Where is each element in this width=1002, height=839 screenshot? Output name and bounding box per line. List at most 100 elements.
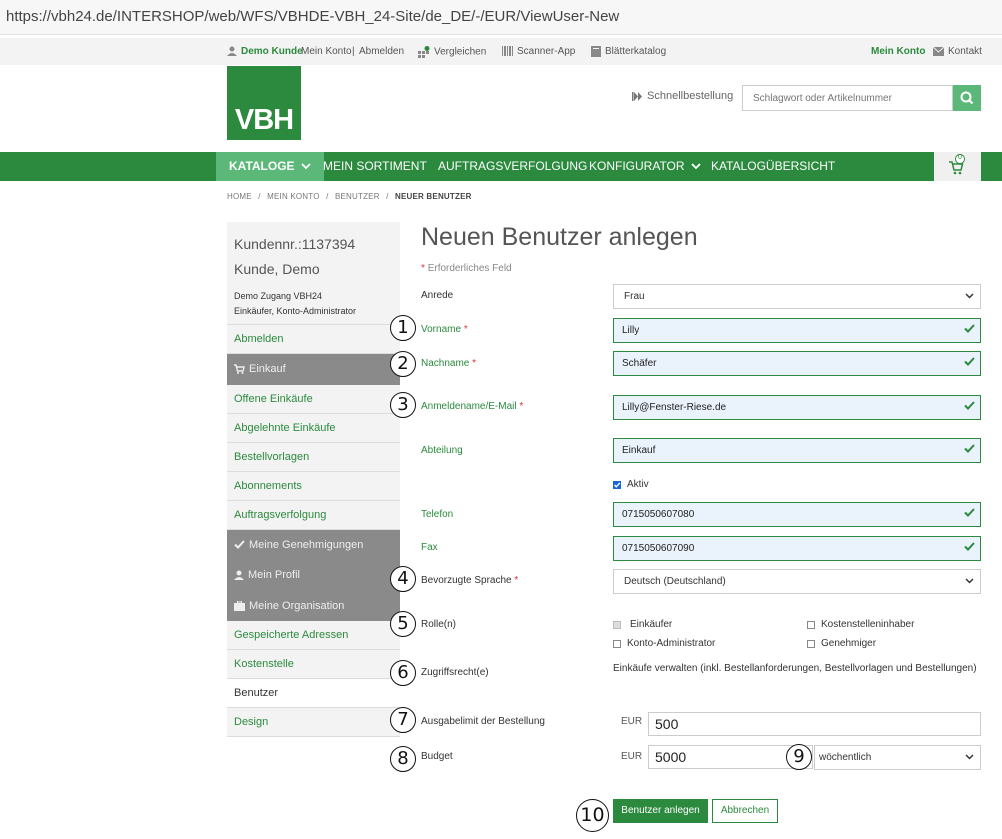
quick-order-link[interactable]: Schnellbestellung bbox=[632, 90, 733, 102]
customer-roles: Einkäufer, Konto-Administrator bbox=[234, 306, 357, 316]
checkbox-unchecked[interactable] bbox=[807, 620, 815, 629]
create-user-button[interactable]: Benutzer anlegen bbox=[613, 799, 708, 823]
salutation-select[interactable]: Frau bbox=[613, 284, 981, 309]
my-account-link[interactable]: Mein Konto bbox=[301, 46, 352, 57]
annotation-6: 6 bbox=[390, 660, 416, 686]
my-account-right-link[interactable]: Mein Konto bbox=[871, 46, 925, 57]
cancel-button[interactable]: Abbrechen bbox=[712, 799, 778, 823]
fax-input[interactable]: 0715050607090 bbox=[613, 536, 981, 561]
customer-name: Kunde, Demo bbox=[234, 261, 320, 277]
phone-label: Telefon bbox=[421, 509, 454, 520]
required-note: * Erforderliches Feld bbox=[421, 263, 512, 274]
sidebar-section-profile: Mein Profil bbox=[227, 560, 400, 591]
phone-input[interactable]: 0715050607080 bbox=[613, 502, 981, 527]
annotation-8: 8 bbox=[390, 746, 416, 772]
chevron-down-icon bbox=[301, 163, 311, 170]
sidebar-item-cost-center[interactable]: Kostenstelle bbox=[227, 650, 400, 679]
sidebar-item-open-purchases[interactable]: Offene Einkäufe bbox=[227, 384, 400, 414]
compare-icon bbox=[418, 46, 430, 58]
chevron-down-icon bbox=[965, 754, 974, 760]
valid-check-icon bbox=[964, 357, 975, 366]
language-select[interactable]: Deutsch (Deutschland) bbox=[613, 569, 981, 594]
tab-auftragsverfolgung[interactable]: AUFTRAGSVERFOLGUNG bbox=[438, 152, 587, 181]
annotation-1: 1 bbox=[390, 315, 416, 341]
annotation-5: 5 bbox=[390, 611, 416, 637]
language-label: Bevorzugte Sprache * bbox=[421, 575, 519, 586]
annotation-7: 7 bbox=[390, 707, 416, 733]
page-title: Neuen Benutzer anlegen bbox=[421, 223, 698, 251]
active-checkbox[interactable]: Aktiv bbox=[613, 479, 649, 490]
salutation-label: Anrede bbox=[421, 290, 454, 301]
login-email-input[interactable]: Lilly@Fenster-Riese.de bbox=[613, 395, 981, 420]
check-icon bbox=[234, 540, 245, 550]
breadcrumb-home[interactable]: HOME bbox=[227, 192, 252, 201]
department-input[interactable]: Einkauf bbox=[613, 438, 981, 463]
sidebar-item-design[interactable]: Design bbox=[227, 708, 400, 737]
valid-check-icon bbox=[964, 401, 975, 410]
sidebar-section-einkauf: Einkauf bbox=[227, 354, 400, 385]
account-sidebar: Kundennr.:1137394 Kunde, Demo Demo Zugan… bbox=[227, 222, 400, 737]
briefcase-icon bbox=[234, 600, 245, 611]
sidebar-item-users[interactable]: Benutzer bbox=[227, 679, 400, 708]
checkbox-disabled bbox=[613, 620, 621, 629]
tab-mein-sortiment[interactable]: MEIN SORTIMENT bbox=[323, 152, 427, 181]
lastname-label: Nachname * bbox=[421, 358, 477, 369]
limit-input[interactable]: 500 bbox=[648, 712, 981, 736]
search-icon bbox=[960, 91, 974, 105]
catalog-link[interactable]: Blätterkatalog bbox=[591, 46, 666, 57]
budget-period-select[interactable]: wöchentlich bbox=[814, 745, 981, 770]
tab-katalogubersicht[interactable]: KATALOGÜBERSICHT bbox=[711, 152, 835, 181]
main-navigation: KATALOGE MEIN SORTIMENT AUFTRAGSVERFOLGU… bbox=[0, 152, 1002, 181]
role-buyer-checkbox[interactable]: Einkäufer bbox=[613, 619, 672, 630]
search-input[interactable] bbox=[742, 85, 953, 111]
url-text: https://vbh24.de/INTERSHOP/web/WFS/VBHDE… bbox=[6, 8, 620, 25]
user-icon bbox=[227, 46, 237, 57]
chevron-down-icon bbox=[965, 293, 974, 299]
cart-button[interactable]: 0 bbox=[934, 152, 981, 181]
roles-label: Rolle(n) bbox=[421, 619, 457, 630]
contact-link[interactable]: Kontakt bbox=[933, 46, 982, 57]
sidebar-item-logout[interactable]: Abmelden bbox=[227, 325, 400, 354]
valid-check-icon bbox=[964, 508, 975, 517]
limit-label: Ausgabelimit der Bestellung bbox=[421, 716, 545, 727]
sidebar-item-saved-addresses[interactable]: Gespeicherte Adressen bbox=[227, 621, 400, 650]
logout-link[interactable]: Abmelden bbox=[359, 46, 404, 57]
lastname-input[interactable]: Schäfer bbox=[613, 351, 981, 376]
annotation-9: 9 bbox=[786, 744, 812, 770]
checkbox-unchecked[interactable] bbox=[807, 639, 815, 648]
checkbox-unchecked[interactable] bbox=[613, 639, 621, 648]
department-label: Abteilung bbox=[421, 445, 463, 456]
sidebar-section-approvals: Meine Genehmigungen bbox=[227, 529, 400, 560]
vbh-logo[interactable]: VBH bbox=[227, 66, 301, 140]
tab-kataloge[interactable]: KATALOGE bbox=[216, 152, 324, 181]
scanner-link[interactable]: Scanner-App bbox=[502, 46, 575, 57]
annotation-3: 3 bbox=[390, 392, 416, 418]
firstname-label: Vorname * bbox=[421, 324, 468, 335]
role-approver-checkbox[interactable]: Genehmiger bbox=[807, 638, 876, 649]
cart-count: 0 bbox=[958, 154, 962, 161]
user-link[interactable]: Demo Kunde bbox=[227, 46, 303, 57]
chevron-down-icon bbox=[691, 163, 701, 170]
role-admin-checkbox[interactable]: Konto-Administrator bbox=[613, 638, 715, 649]
role-cost-center-checkbox[interactable]: Kostenstelleninhaber bbox=[807, 619, 914, 630]
firstname-input[interactable]: Lilly bbox=[613, 318, 981, 343]
budget-label: Budget bbox=[421, 751, 453, 762]
annotation-10: 10 bbox=[576, 799, 609, 832]
chevron-down-icon bbox=[965, 578, 974, 584]
access-name: Demo Zugang VBH24 bbox=[234, 291, 323, 301]
search-button[interactable] bbox=[953, 85, 981, 111]
compare-link[interactable]: Vergleichen bbox=[418, 46, 486, 58]
valid-check-icon bbox=[964, 542, 975, 551]
checkbox-checked[interactable] bbox=[613, 480, 621, 489]
address-bar[interactable]: https://vbh24.de/INTERSHOP/web/WFS/VBHDE… bbox=[0, 0, 1002, 35]
sidebar-item-rejected-purchases[interactable]: Abgelehnte Einkäufe bbox=[227, 413, 400, 443]
separator: | bbox=[352, 46, 355, 57]
budget-currency: EUR bbox=[621, 751, 643, 762]
sidebar-item-order-tracking[interactable]: Auftragsverfolgung bbox=[227, 500, 400, 530]
sidebar-item-order-templates[interactable]: Bestellvorlagen bbox=[227, 442, 400, 472]
breadcrumb-account[interactable]: MEIN KONTO bbox=[267, 192, 320, 201]
breadcrumb-users[interactable]: BENUTZER bbox=[335, 192, 380, 201]
permissions-label: Zugriffsrecht(e) bbox=[421, 667, 489, 678]
sidebar-item-subscriptions[interactable]: Abonnements bbox=[227, 471, 400, 501]
tab-konfigurator[interactable]: KONFIGURATOR bbox=[589, 152, 701, 181]
